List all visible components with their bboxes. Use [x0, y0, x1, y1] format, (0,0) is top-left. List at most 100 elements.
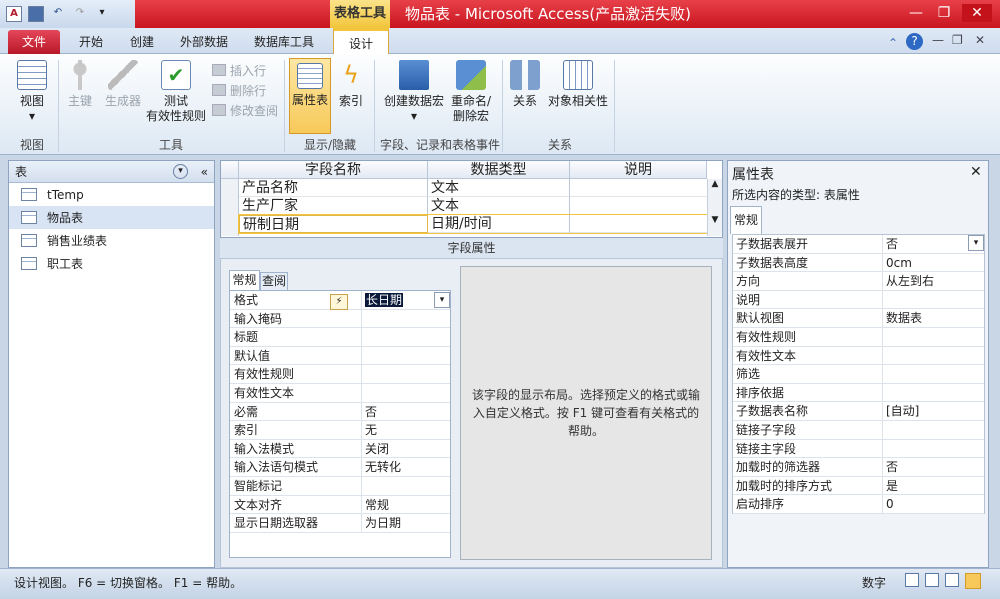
property-row[interactable]: 默认视图 数据表 [733, 309, 984, 328]
doc-close-icon[interactable]: ✕ [975, 33, 985, 47]
minimize-ribbon-icon[interactable]: ⌃ [888, 36, 898, 50]
property-row[interactable]: 排序依据 [733, 383, 984, 403]
property-row[interactable]: 筛选 [733, 365, 984, 384]
view-button[interactable]: 视图 ▾ [12, 60, 52, 124]
create-data-macro-button[interactable]: 创建数据宏 ▾ [382, 60, 446, 124]
table-icon [21, 188, 37, 201]
group-relations-label: 关系 [547, 138, 572, 152]
property-row[interactable]: 子数据表展开否 ▾ [733, 235, 984, 254]
nav-header[interactable]: 表 ▾ « [9, 161, 214, 183]
property-sheet-button[interactable]: 属性表 [289, 58, 331, 134]
access-app-icon[interactable]: A [6, 6, 22, 22]
row-selectors[interactable] [221, 179, 239, 236]
property-row[interactable]: 必需否 [230, 402, 450, 422]
property-row[interactable]: 说明 [733, 290, 984, 310]
separator [284, 60, 285, 152]
property-sheet-title: 属性表 [732, 167, 774, 183]
indexes-button[interactable]: ϟ 索引 [335, 60, 367, 109]
tab-database-tools[interactable]: 数据库工具 [248, 30, 320, 54]
property-row[interactable]: 链接主字段 [733, 439, 984, 459]
property-row[interactable]: 标题 [230, 328, 450, 347]
property-row[interactable]: 有效性规则 [733, 327, 984, 347]
relationships-icon [510, 60, 540, 90]
primary-key-button[interactable]: 主键 [64, 60, 96, 109]
separator [374, 60, 375, 152]
status-text: 设计视图。 F6 = 切换窗格。 F1 = 帮助。 [14, 576, 243, 590]
separator [614, 60, 615, 152]
subdatasheet-dropdown-icon[interactable]: ▾ [968, 235, 984, 251]
lightning-icon: ϟ [343, 61, 359, 89]
object-dependencies-button[interactable]: 对象相关性 [546, 60, 610, 109]
nav-dropdown-icon[interactable]: ▾ [173, 164, 188, 179]
tab-create[interactable]: 创建 [122, 30, 162, 54]
scroll-up-icon[interactable]: ▲ [708, 179, 722, 189]
tab-lookup[interactable]: 查阅 [260, 272, 288, 290]
property-row[interactable]: 子数据表高度 0cm [733, 253, 984, 273]
doc-minimize-icon[interactable]: — [932, 33, 944, 47]
test-validation-button[interactable]: ✔ 测试 有效性规则 [145, 60, 207, 124]
customize-qat-icon[interactable]: ▾ [94, 6, 110, 22]
property-row[interactable]: 方向 从左到右 [733, 272, 984, 291]
property-row[interactable]: 有效性文本 [733, 346, 984, 366]
redo-icon[interactable]: ↷ [72, 6, 88, 22]
nav-item-ttemp[interactable]: tTemp [9, 183, 214, 206]
property-row[interactable]: 链接子字段 [733, 420, 984, 440]
property-row[interactable]: 输入法模式 关闭 [230, 439, 450, 459]
minimize-icon[interactable]: — [905, 4, 927, 22]
table-icon [21, 257, 37, 270]
property-row[interactable]: 默认值 [230, 346, 450, 366]
property-row[interactable]: 子数据表名称 [自动] [733, 402, 984, 421]
nav-item-staff-table[interactable]: 职工表 [9, 252, 214, 275]
datasheet-view-icon[interactable] [905, 573, 919, 587]
grid-scrollbar[interactable]: ▲ ▼ [707, 179, 722, 236]
tab-external-data[interactable]: 外部数据 [172, 30, 236, 54]
property-sheet-close-icon[interactable]: ✕ [970, 164, 982, 180]
property-row[interactable]: 显示日期选取器 为日期 [230, 514, 450, 533]
property-row[interactable]: 输入法语句模式 无转化 [230, 458, 450, 477]
save-icon[interactable] [28, 6, 44, 22]
check-icon: ✔ [161, 60, 191, 90]
table-row-selected[interactable]: 研制日期 日期/时间 [238, 214, 708, 234]
rename-delete-macro-button[interactable]: 重命名/删除宏 [447, 60, 495, 124]
help-icon[interactable]: ? [906, 33, 923, 50]
delete-row-button[interactable]: 删除行 [212, 80, 278, 100]
format-dropdown-icon[interactable]: ▾ [434, 291, 450, 308]
insert-row-button[interactable]: 插入行 [212, 60, 278, 80]
property-row[interactable]: 文本对齐 常规 [230, 495, 450, 515]
property-row[interactable]: 索引无 [230, 421, 450, 440]
property-row[interactable]: 有效性文本 [230, 383, 450, 403]
doc-restore-icon[interactable]: ❐ [952, 33, 963, 47]
table-row[interactable]: 产品名称 文本 [239, 179, 707, 197]
design-view-icon[interactable] [965, 573, 981, 589]
tab-file[interactable]: 文件 [8, 30, 60, 54]
pivottable-view-icon[interactable] [925, 573, 939, 587]
help-text-box: 该字段的显示布局。选择预定义的格式或输入自定义格式。按 F1 键可查看有关格式的… [460, 266, 712, 560]
build-ellipsis-icon[interactable]: ⚡ [330, 294, 348, 310]
close-icon[interactable]: ✕ [962, 4, 992, 22]
undo-icon[interactable]: ↶ [50, 6, 66, 22]
property-row[interactable]: 启动排序 0 [733, 495, 984, 514]
property-row[interactable]: 智能标记 [230, 476, 450, 496]
property-row[interactable]: 有效性规则 [230, 365, 450, 384]
nav-item-sales-table[interactable]: 销售业绩表 [9, 229, 214, 252]
modify-lookup-button[interactable]: 修改查阅 [212, 100, 278, 120]
property-row[interactable]: 输入掩码 [230, 309, 450, 329]
shutter-bar-icon[interactable]: « [201, 161, 208, 183]
rename-macro-icon [456, 60, 486, 90]
pivotchart-view-icon[interactable] [945, 573, 959, 587]
scroll-down-icon[interactable]: ▼ [708, 215, 722, 225]
grid-rows: 产品名称 文本 生产厂家 文本 研制日期 日期/时间 [238, 179, 708, 234]
lookup-icon [212, 104, 226, 116]
tab-design[interactable]: 设计 [333, 28, 389, 55]
separator [502, 60, 503, 152]
property-row[interactable]: 加载时的筛选器否 [733, 458, 984, 477]
tab-general[interactable]: 常规 [229, 270, 260, 290]
tab-home[interactable]: 开始 [70, 30, 112, 54]
builder-button[interactable]: 生成器 [102, 60, 144, 109]
property-row[interactable]: 加载时的排序方式是 [733, 476, 984, 496]
tab-general[interactable]: 常规 [730, 206, 762, 234]
relationships-button[interactable]: 关系 [508, 60, 542, 109]
restore-icon[interactable]: ❐ [933, 4, 955, 22]
table-row[interactable]: 生产厂家 文本 [239, 197, 707, 215]
nav-item-items-table[interactable]: 物品表 [9, 206, 214, 229]
